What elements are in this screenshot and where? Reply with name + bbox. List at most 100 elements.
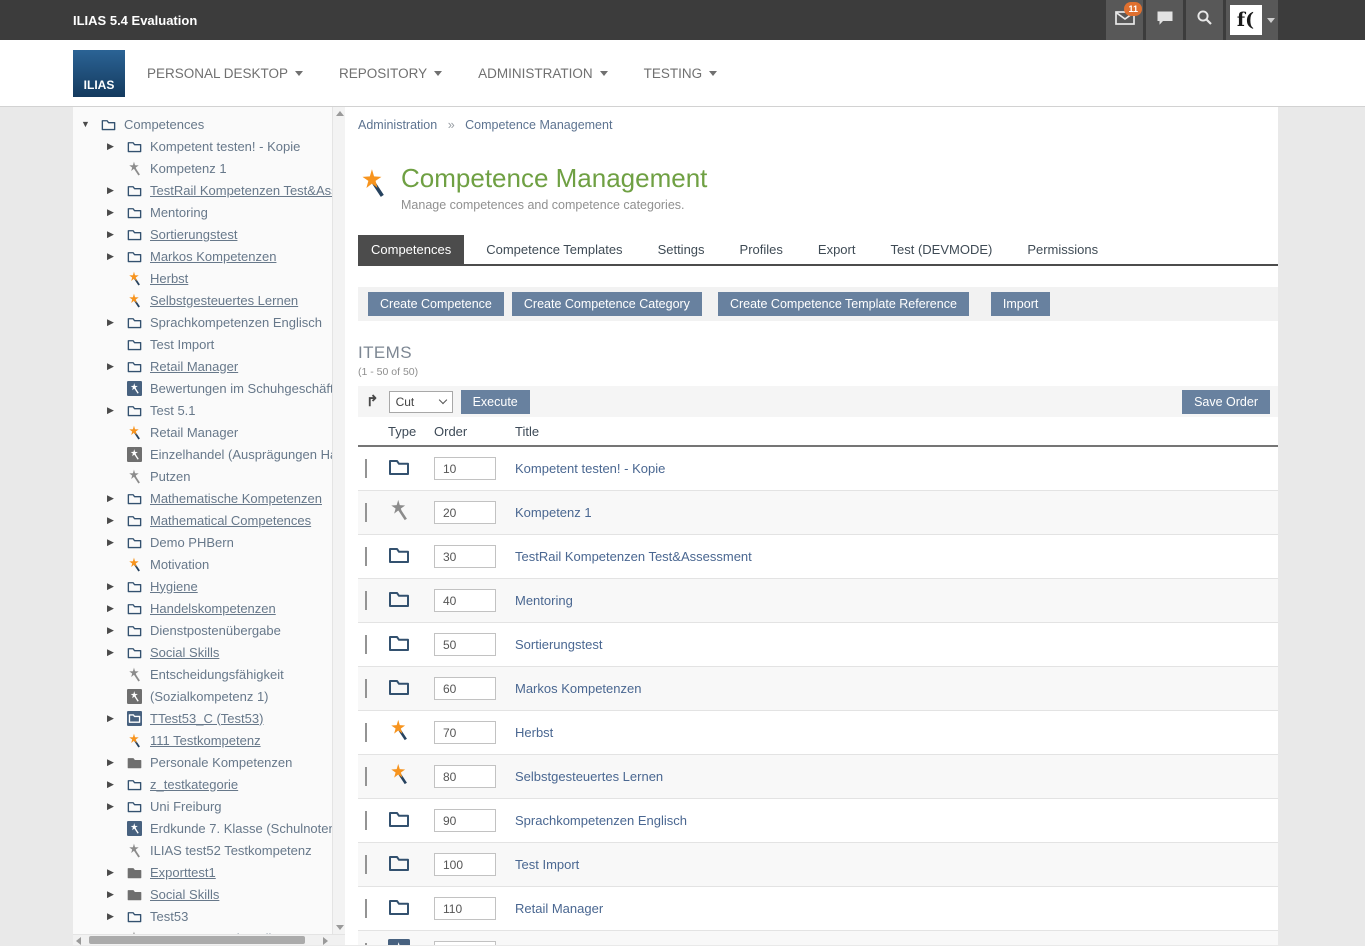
tree-item-label[interactable]: Mathematische Kompetenzen — [150, 491, 322, 506]
row-checkbox[interactable] — [365, 811, 367, 830]
tree-horizontal-scrollbar[interactable] — [73, 934, 345, 945]
tree-expand-arrow[interactable]: ▶ — [107, 867, 126, 878]
tree-item-label[interactable]: (Sozialkompetenz 1) — [150, 689, 269, 704]
tree-item-label[interactable]: Uni Freiburg — [150, 799, 222, 814]
mail-button[interactable]: 11 — [1106, 0, 1143, 40]
tree-expand-arrow[interactable]: ▶ — [107, 493, 126, 504]
scroll-up-icon[interactable] — [336, 111, 344, 116]
tree-item-label[interactable]: Dienstpostenübergabe — [150, 623, 281, 638]
row-checkbox[interactable] — [365, 503, 367, 522]
tree-item-label[interactable]: Mathematical Competences — [150, 513, 311, 528]
chat-button[interactable] — [1146, 0, 1183, 40]
order-input[interactable] — [434, 457, 496, 480]
row-checkbox[interactable] — [365, 591, 367, 610]
tree-expand-arrow[interactable]: ▶ — [107, 581, 126, 592]
order-input[interactable] — [434, 721, 496, 744]
order-input[interactable] — [434, 765, 496, 788]
order-input[interactable] — [434, 853, 496, 876]
action-button[interactable]: Create Competence Template Reference — [718, 292, 969, 316]
tree-expand-arrow[interactable]: ▶ — [107, 515, 126, 526]
tree-item-label[interactable]: Bewertungen im Schuhgeschäft () — [150, 381, 345, 396]
tree-item-label[interactable]: z_testkategorie — [150, 777, 238, 792]
tree-expand-arrow[interactable]: ▶ — [107, 603, 126, 614]
tab[interactable]: Settings — [645, 235, 718, 264]
tree-item-label[interactable]: Handelskompetenzen — [150, 601, 276, 616]
tree-expand-arrow[interactable]: ▶ — [107, 537, 126, 548]
tree-item-label[interactable]: ILIAS test52 Testkompetenz — [150, 843, 312, 858]
order-input[interactable] — [434, 809, 496, 832]
tree-item-label[interactable]: Sprachkompetenzen Englisch — [150, 315, 322, 330]
tree-item-label[interactable]: Social Skills — [150, 887, 219, 902]
tab[interactable]: Test (DEVMODE) — [877, 235, 1005, 264]
item-title-link[interactable]: Kompetent testen! - Kopie — [515, 461, 665, 476]
row-checkbox[interactable] — [365, 459, 367, 478]
tree-expand-arrow[interactable]: ▶ — [107, 251, 126, 262]
item-title-link[interactable]: Herbst — [515, 725, 553, 740]
order-input[interactable] — [434, 633, 496, 656]
item-title-link[interactable]: Markos Kompetenzen — [515, 681, 641, 696]
tree-item-label[interactable]: Erdkunde 7. Klasse (Schulnoten) — [150, 821, 340, 836]
scroll-right-icon[interactable] — [323, 937, 328, 945]
tree-item-label[interactable]: Exporttest1 — [150, 865, 216, 880]
tree-item-label[interactable]: 111 Testkompetenz — [150, 733, 261, 748]
tree-item-label[interactable]: Test53 — [150, 909, 188, 924]
item-title-link[interactable]: Kompetenz 1 — [515, 505, 592, 520]
order-input[interactable] — [434, 941, 496, 945]
tree-item-label[interactable]: Test Import — [150, 337, 214, 352]
row-checkbox[interactable] — [365, 547, 367, 566]
tree-expand-arrow[interactable]: ▶ — [107, 911, 126, 922]
row-checkbox[interactable] — [365, 767, 367, 786]
menu-item[interactable]: PERSONAL DESKTOP — [147, 66, 303, 81]
item-title-link[interactable]: Test Import — [515, 857, 579, 872]
bulk-action-select[interactable]: Cut — [389, 391, 453, 413]
tree-item-label[interactable]: TTest53_C (Test53) — [150, 711, 263, 726]
tree-expand-arrow[interactable]: ▶ — [107, 625, 126, 636]
tree-item-label[interactable]: Personale Kompetenzen — [150, 755, 292, 770]
tree-expand-arrow[interactable]: ▶ — [107, 141, 126, 152]
select-all-arrow-icon[interactable]: ↱ — [366, 394, 379, 409]
menu-item[interactable]: ADMINISTRATION — [478, 66, 608, 81]
tree-item-label[interactable]: Social Skills — [150, 645, 219, 660]
search-button[interactable] — [1186, 0, 1223, 40]
row-checkbox[interactable] — [365, 943, 367, 946]
tab[interactable]: Permissions — [1014, 235, 1111, 264]
scrollbar-thumb[interactable] — [89, 936, 305, 944]
scroll-down-icon[interactable] — [336, 925, 344, 930]
row-checkbox[interactable] — [365, 723, 367, 742]
item-title-link[interactable]: Mentoring — [515, 593, 573, 608]
tree-item-label[interactable]: Sortierungstest — [150, 227, 237, 242]
item-title-link[interactable]: Retail Manager — [515, 901, 603, 916]
scroll-left-icon[interactable] — [76, 937, 81, 945]
tree-item-label[interactable]: Test 5.1 — [150, 403, 196, 418]
ilias-logo[interactable]: ILIAS — [73, 50, 125, 97]
user-menu-button[interactable]: f( — [1226, 0, 1278, 40]
row-checkbox[interactable] — [365, 855, 367, 874]
tree-expand-arrow[interactable]: ▶ — [107, 207, 126, 218]
breadcrumb-administration[interactable]: Administration — [358, 118, 437, 132]
item-title-link[interactable]: Selbstgesteuertes Lernen — [515, 769, 663, 784]
tab[interactable]: Export — [805, 235, 869, 264]
tree-expand-arrow[interactable]: ▼ — [81, 119, 100, 129]
tree-item-label[interactable]: Herbst — [150, 271, 188, 286]
item-title-link[interactable]: Sortierungstest — [515, 637, 602, 652]
tree-item-label[interactable]: Markos Kompetenzen — [150, 249, 276, 264]
tree-item-label[interactable]: Einzelhandel (Ausprägungen Hand — [150, 447, 345, 462]
tab[interactable]: Profiles — [727, 235, 796, 264]
tree-expand-arrow[interactable]: ▶ — [107, 757, 126, 768]
tree-item-label[interactable]: Kompetent testen! - Kopie — [150, 139, 300, 154]
execute-button[interactable]: Execute — [461, 390, 530, 414]
tree-item-label[interactable]: Mentoring — [150, 205, 208, 220]
item-title-link[interactable]: Bewertungen im Schuhgeschäft — [515, 945, 699, 946]
order-input[interactable] — [434, 501, 496, 524]
tree-item-label[interactable]: Demo PHBern — [150, 535, 234, 550]
item-title-link[interactable]: Sprachkompetenzen Englisch — [515, 813, 687, 828]
tree-item-label[interactable]: Kompetenz 1 — [150, 161, 227, 176]
row-checkbox[interactable] — [365, 899, 367, 918]
tree-expand-arrow[interactable]: ▶ — [107, 713, 126, 724]
tree-item-label[interactable]: TestRail Kompetenzen Test&Assessment — [150, 183, 345, 198]
item-title-link[interactable]: TestRail Kompetenzen Test&Assessment — [515, 549, 752, 564]
action-button[interactable]: Create Competence — [368, 292, 504, 316]
save-order-button[interactable]: Save Order — [1182, 390, 1270, 414]
tree-vertical-scrollbar[interactable] — [332, 107, 345, 934]
tree-item-label[interactable]: Putzen — [150, 469, 190, 484]
